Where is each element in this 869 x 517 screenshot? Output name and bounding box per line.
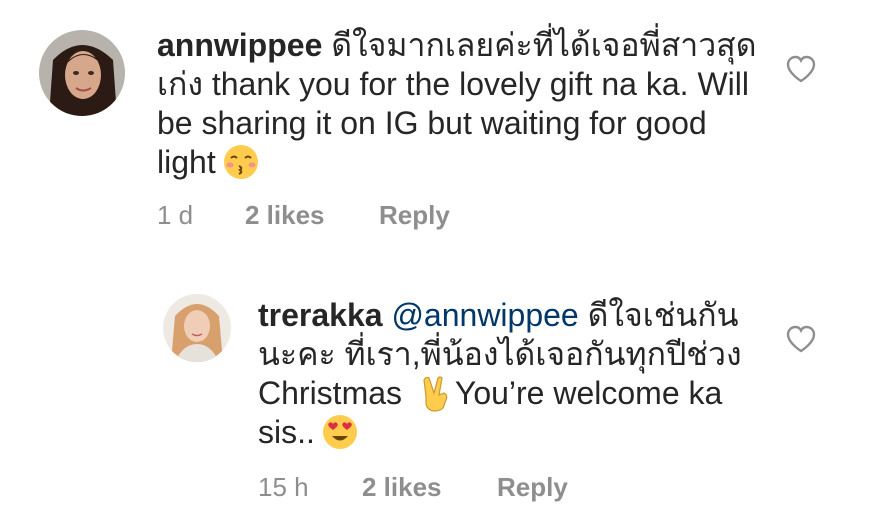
avatar[interactable] — [39, 30, 125, 116]
like-heart-icon[interactable] — [786, 325, 816, 353]
likes-count-button[interactable]: 2 likes — [245, 200, 325, 231]
like-heart-icon[interactable] — [786, 55, 816, 83]
reply-button[interactable]: Reply — [379, 200, 450, 231]
comment-username[interactable]: trerakka — [258, 297, 383, 333]
reply-text: trerakka @annwippee ดีใจเช่นกันนะคะ ที่เ… — [258, 296, 758, 452]
reply-button[interactable]: Reply — [497, 472, 568, 503]
comment-time: 15 h — [258, 472, 309, 502]
victory-hand-emoji-icon — [417, 374, 455, 412]
kissing-face-emoji-icon — [222, 143, 260, 181]
heart-eyes-emoji-icon — [321, 413, 359, 451]
mention-link[interactable]: @annwippee — [391, 297, 578, 333]
comment-username[interactable]: annwippee — [157, 27, 322, 63]
comment-text: annwippee ดีใจมากเลยค่ะที่ได้เจอพี่สาวสุ… — [157, 26, 757, 182]
avatar[interactable] — [163, 294, 231, 362]
likes-count-button[interactable]: 2 likes — [362, 472, 442, 503]
comment-time: 1 d — [157, 200, 194, 230]
